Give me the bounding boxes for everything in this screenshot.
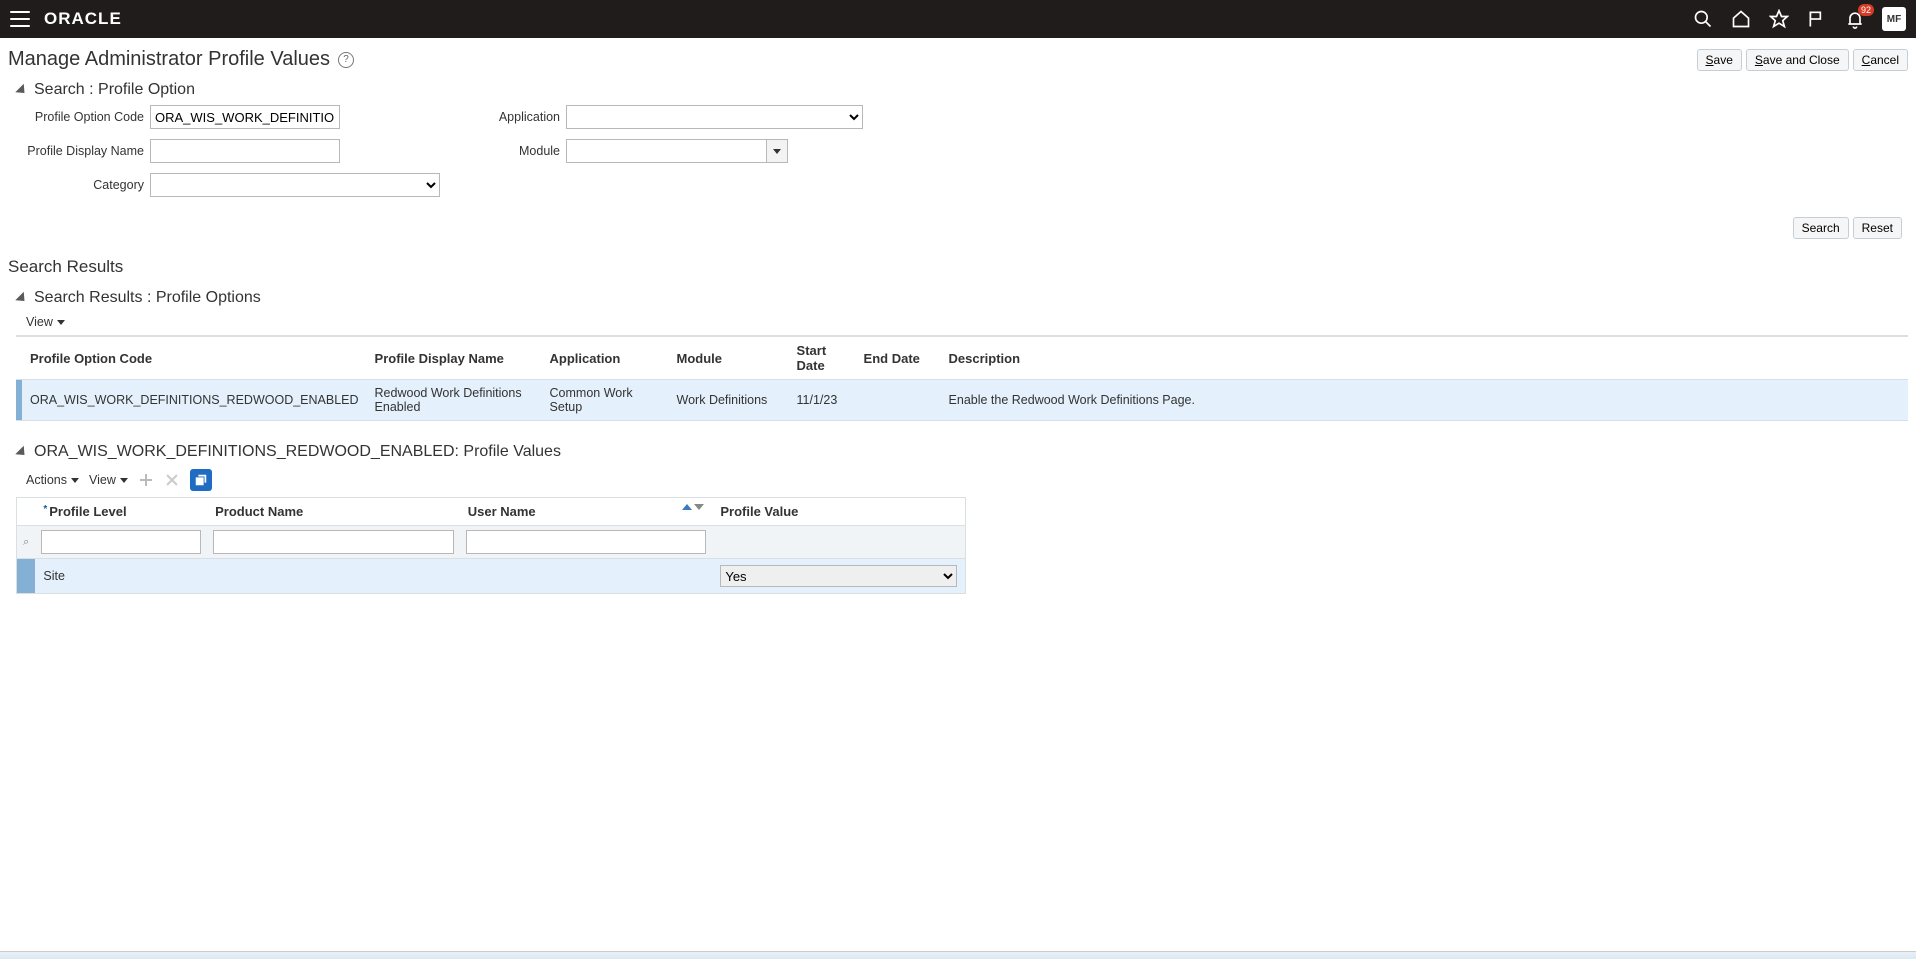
module-input[interactable] — [566, 139, 766, 163]
profile-options-table: Profile Option Code Profile Display Name… — [16, 336, 1908, 421]
star-icon[interactable] — [1768, 8, 1790, 30]
col-end-date[interactable]: End Date — [856, 337, 941, 380]
os-taskbar — [0, 951, 1916, 959]
search-section-header: Search : Profile Option — [8, 81, 1908, 99]
col-profile-value[interactable]: Profile Value — [712, 498, 965, 526]
cell-application: Common Work Setup — [542, 380, 669, 421]
module-dropdown-button[interactable] — [766, 139, 788, 163]
delete-icon[interactable] — [164, 472, 180, 488]
profile-option-code-label: Profile Option Code — [24, 110, 144, 124]
col-profile-option-code[interactable]: Profile Option Code — [22, 337, 367, 380]
cell-description: Enable the Redwood Work Definitions Page… — [941, 380, 1908, 421]
category-select[interactable] — [150, 173, 440, 197]
bell-icon[interactable]: 92 — [1844, 8, 1866, 30]
profile-display-name-label: Profile Display Name — [24, 144, 144, 158]
cell-display-name: Redwood Work Definitions Enabled — [367, 380, 542, 421]
save-and-close-button[interactable]: Save and Close — [1746, 49, 1849, 71]
filter-user-name[interactable] — [466, 530, 707, 554]
cell-profile-level: Site — [35, 559, 207, 594]
cancel-button[interactable]: Cancel — [1853, 49, 1908, 71]
actions-menu[interactable]: Actions — [26, 473, 79, 487]
col-description[interactable]: Description — [941, 337, 1908, 380]
collapse-icon[interactable] — [15, 83, 28, 96]
sort-desc-icon[interactable] — [694, 504, 704, 510]
chevron-down-icon — [71, 478, 79, 483]
global-header: ORACLE 92 MF — [0, 0, 1916, 38]
cell-end-date — [856, 380, 941, 421]
oracle-logo: ORACLE — [44, 9, 122, 29]
collapse-icon[interactable] — [15, 291, 28, 304]
sort-asc-icon[interactable] — [682, 504, 692, 510]
profile-values-section-header: ORA_WIS_WORK_DEFINITIONS_REDWOOD_ENABLED… — [8, 443, 1908, 461]
cell-user-name — [460, 559, 713, 594]
avatar[interactable]: MF — [1882, 7, 1906, 31]
category-label: Category — [24, 178, 144, 192]
application-select[interactable] — [566, 105, 863, 129]
table-row[interactable]: Site Yes — [17, 559, 965, 594]
profile-values-table: ⌕ *Profile Level Product Name User Name — [17, 498, 965, 593]
col-profile-level[interactable]: *Profile Level — [35, 498, 207, 526]
query-by-example-icon[interactable]: ⌕ — [17, 526, 35, 559]
collapse-icon[interactable] — [15, 445, 28, 458]
col-profile-display-name[interactable]: Profile Display Name — [367, 337, 542, 380]
chevron-down-icon — [57, 320, 65, 325]
chevron-down-icon — [120, 478, 128, 483]
cell-product-name — [207, 559, 460, 594]
table-row[interactable]: ORA_WIS_WORK_DEFINITIONS_REDWOOD_ENABLED… — [16, 380, 1908, 421]
profile-value-select[interactable]: Yes — [720, 565, 957, 587]
profile-display-name-input[interactable] — [150, 139, 340, 163]
col-user-name[interactable]: User Name — [460, 498, 713, 526]
col-application[interactable]: Application — [542, 337, 669, 380]
search-results-title: Search Results — [8, 257, 1908, 277]
home-icon[interactable] — [1730, 8, 1752, 30]
flag-icon[interactable] — [1806, 8, 1828, 30]
profile-options-section-header: Search Results : Profile Options — [8, 289, 1908, 307]
col-product-name[interactable]: Product Name — [207, 498, 460, 526]
view-menu[interactable]: View — [26, 315, 65, 329]
save-button[interactable]: Save — [1697, 49, 1742, 71]
application-label: Application — [480, 110, 560, 124]
module-label: Module — [480, 144, 560, 158]
reset-button[interactable]: Reset — [1853, 217, 1902, 239]
search-button[interactable]: Search — [1793, 217, 1849, 239]
page-title: Manage Administrator Profile Values ? — [8, 48, 354, 71]
detach-icon[interactable] — [190, 469, 212, 491]
add-icon[interactable] — [138, 472, 154, 488]
search-icon[interactable] — [1692, 8, 1714, 30]
help-icon[interactable]: ? — [338, 52, 354, 68]
cell-code: ORA_WIS_WORK_DEFINITIONS_REDWOOD_ENABLED — [22, 380, 367, 421]
cell-start-date: 11/1/23 — [789, 380, 856, 421]
col-start-date[interactable]: Start Date — [789, 337, 856, 380]
filter-product-name[interactable] — [213, 530, 454, 554]
view-menu[interactable]: View — [89, 473, 128, 487]
menu-icon[interactable] — [10, 11, 30, 27]
col-module[interactable]: Module — [669, 337, 789, 380]
notification-badge: 92 — [1858, 4, 1874, 16]
filter-profile-level[interactable] — [41, 530, 201, 554]
cell-module: Work Definitions — [669, 380, 789, 421]
chevron-down-icon — [773, 149, 781, 154]
profile-option-code-input[interactable] — [150, 105, 340, 129]
